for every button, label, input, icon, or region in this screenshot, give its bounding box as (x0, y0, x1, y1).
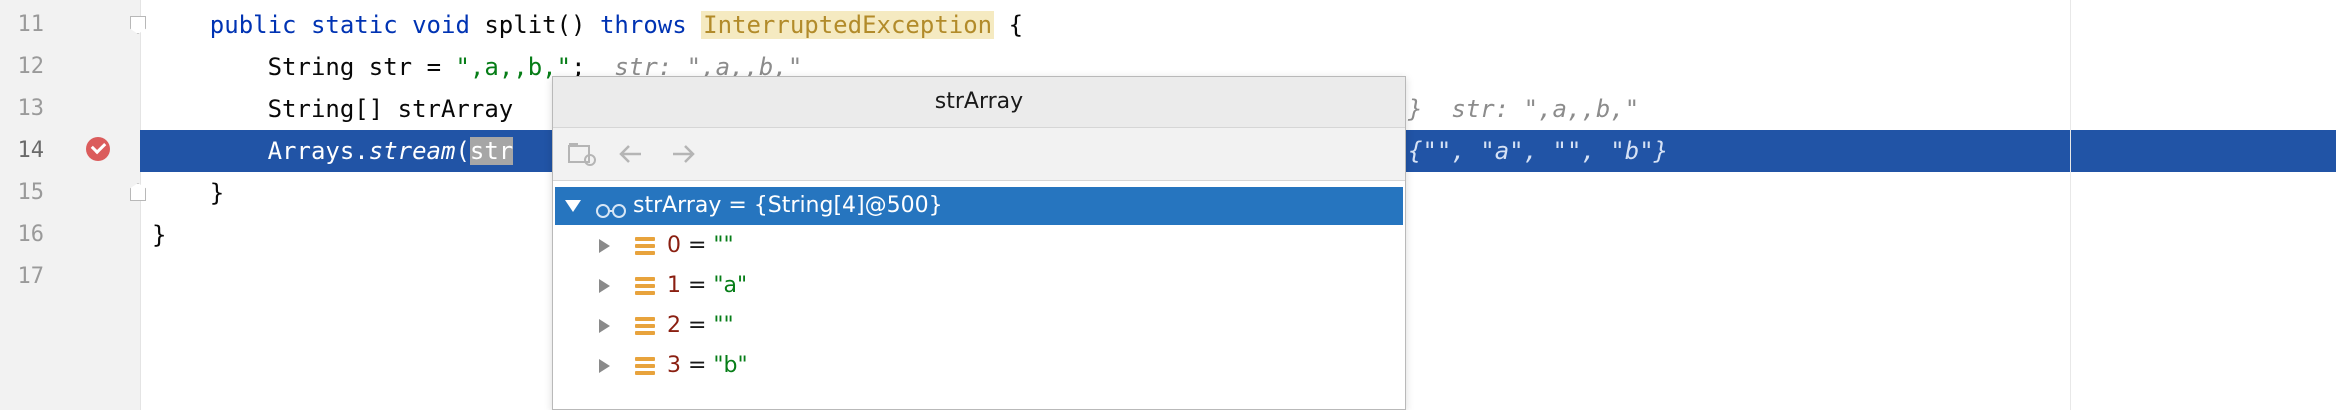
line-number: 12 (17, 54, 45, 79)
array-element-row[interactable]: 3 = "b" (555, 347, 1403, 385)
back-arrow-icon[interactable] (615, 140, 647, 168)
code-line-16[interactable]: } (152, 214, 166, 256)
line-number: 15 (17, 180, 45, 205)
tree-root-node[interactable]: strArray = {String[4]@500} (555, 187, 1403, 225)
fold-marker-icon[interactable] (130, 183, 146, 201)
inline-value-hint: {"", "a", "", "b"} (1408, 137, 1669, 165)
tree-root-label: strArray = {String[4]@500} (633, 193, 943, 218)
collapse-arrow-icon[interactable] (599, 279, 610, 293)
line-number: 11 (17, 12, 45, 37)
popup-toolbar (553, 128, 1405, 181)
right-margin-guide (2070, 0, 2071, 410)
exception-type: InterruptedException (701, 11, 995, 39)
array-field-icon (635, 277, 655, 295)
collapse-arrow-icon[interactable] (599, 359, 610, 373)
collapse-arrow-icon[interactable] (599, 239, 610, 253)
line-number: 17 (17, 264, 45, 289)
code-line-11[interactable]: public static void split() throws Interr… (152, 4, 1023, 46)
code-line-14[interactable]: Arrays.stream(str (152, 130, 514, 172)
editor-gutter: 11 12 13 14 15 16 17 (0, 0, 146, 410)
code-line-13[interactable]: String[] strArray (152, 88, 514, 130)
line-number: 14 (17, 138, 45, 163)
array-element-row[interactable]: 1 = "a" (555, 267, 1403, 305)
expand-arrow-icon[interactable] (565, 200, 581, 212)
array-element-row[interactable]: 2 = "" (555, 307, 1403, 345)
add-to-watches-icon[interactable] (567, 140, 599, 168)
popup-title[interactable]: strArray (553, 77, 1405, 128)
breakpoint-icon[interactable] (86, 137, 110, 161)
line-number: 16 (17, 222, 45, 247)
fold-marker-icon[interactable] (130, 16, 146, 34)
collapse-arrow-icon[interactable] (599, 319, 610, 333)
forward-arrow-icon[interactable] (667, 140, 699, 168)
line-number: 13 (17, 96, 45, 121)
variable-inspector-popup[interactable]: strArray strArray = {String[4]@500} 0 = … (552, 76, 1406, 410)
array-field-icon (635, 237, 655, 255)
inline-value-hint: } str: ",a,,b," (1408, 95, 1640, 123)
array-element-row[interactable]: 0 = "" (555, 227, 1403, 265)
code-line-15[interactable]: } (152, 172, 224, 214)
array-field-icon (635, 317, 655, 335)
array-field-icon (635, 357, 655, 375)
